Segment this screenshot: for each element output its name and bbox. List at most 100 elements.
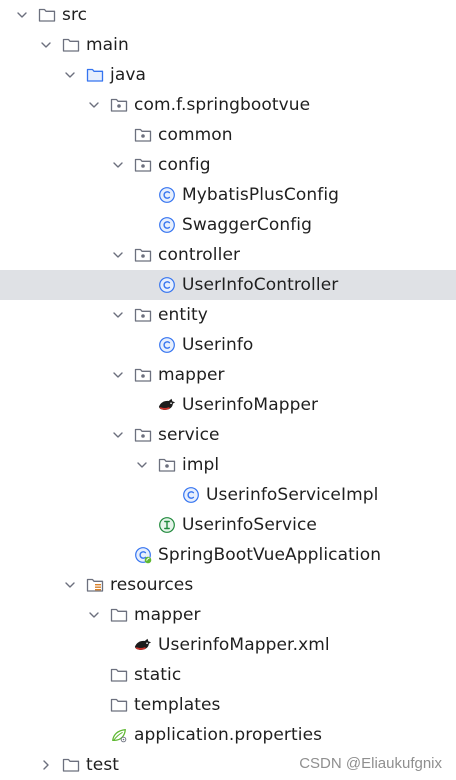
chevron-right-icon[interactable] (38, 757, 54, 773)
tree-row-resources[interactable]: resources (0, 570, 456, 600)
chevron-down-icon[interactable] (86, 607, 102, 623)
package-icon (134, 126, 152, 144)
tree-row-label: config (158, 155, 211, 175)
tree-row-label: impl (182, 455, 220, 475)
chevron-down-icon[interactable] (110, 367, 126, 383)
package-icon (158, 456, 176, 474)
watermark: CSDN @Eliaukufgnix (299, 755, 442, 772)
folder-icon (38, 6, 56, 24)
tree-row-mapper[interactable]: mapper (0, 360, 456, 390)
tree-row-label: entity (158, 305, 208, 325)
folder-icon (62, 756, 80, 774)
tree-row-label: main (86, 35, 129, 55)
chevron-down-icon[interactable] (86, 97, 102, 113)
tree-row-label: SpringBootVueApplication (158, 545, 382, 565)
chevron-down-icon[interactable] (38, 37, 54, 53)
tree-row-label: java (110, 65, 147, 85)
tree-row-label: UserinfoService (182, 515, 317, 535)
tree-row-entity[interactable]: entity (0, 300, 456, 330)
class-icon (182, 486, 200, 504)
package-icon (134, 426, 152, 444)
tree-row-src[interactable]: src (0, 0, 456, 30)
tree-row-common[interactable]: common (0, 120, 456, 150)
spring-class-icon (134, 546, 152, 564)
source-folder-icon (86, 66, 104, 84)
chevron-down-icon[interactable] (110, 247, 126, 263)
folder-icon (110, 666, 128, 684)
mybatis-icon (158, 396, 176, 414)
tree-row-label: com.f.springbootvue (134, 95, 311, 115)
tree-row-label: UserinfoMapper (182, 395, 319, 415)
spring-properties-icon (110, 726, 128, 744)
tree-row-label: UserinfoMapper.xml (158, 635, 330, 655)
chevron-down-icon[interactable] (110, 157, 126, 173)
tree-row-service[interactable]: service (0, 420, 456, 450)
chevron-down-icon[interactable] (14, 7, 30, 23)
tree-row-userinfoservice[interactable]: UserinfoService (0, 510, 456, 540)
chevron-down-icon[interactable] (110, 307, 126, 323)
chevron-down-icon[interactable] (110, 427, 126, 443)
tree-row-label: service (158, 425, 220, 445)
package-icon (134, 246, 152, 264)
tree-row-label: templates (134, 695, 221, 715)
tree-row-label: common (158, 125, 233, 145)
resources-folder-icon (86, 576, 104, 594)
tree-row-com-f-springbootvue[interactable]: com.f.springbootvue (0, 90, 456, 120)
tree-row-label: resources (110, 575, 194, 595)
tree-row-label: src (62, 5, 88, 25)
tree-row-label: controller (158, 245, 241, 265)
tree-row-label: mapper (134, 605, 201, 625)
tree-row-springbootvueapplication[interactable]: SpringBootVueApplication (0, 540, 456, 570)
tree-row-label: MybatisPlusConfig (182, 185, 340, 205)
package-icon (134, 306, 152, 324)
project-tree: src main java com.f.springbootvue common conf… (0, 0, 456, 780)
tree-row-userinfoserviceimpl[interactable]: UserinfoServiceImpl (0, 480, 456, 510)
class-icon (158, 336, 176, 354)
chevron-down-icon[interactable] (134, 457, 150, 473)
tree-row-userinfocontroller[interactable]: UserInfoController (0, 270, 456, 300)
class-icon (158, 276, 176, 294)
tree-row-impl[interactable]: impl (0, 450, 456, 480)
chevron-down-icon[interactable] (62, 67, 78, 83)
tree-row-main[interactable]: main (0, 30, 456, 60)
class-icon (158, 186, 176, 204)
tree-row-label: UserinfoServiceImpl (206, 485, 379, 505)
tree-row-label: mapper (158, 365, 225, 385)
tree-row-application-properties[interactable]: application.properties (0, 720, 456, 750)
tree-row-userinfomapper-xml[interactable]: UserinfoMapper.xml (0, 630, 456, 660)
tree-row-label: SwaggerConfig (182, 215, 312, 235)
tree-row-controller[interactable]: controller (0, 240, 456, 270)
package-icon (110, 96, 128, 114)
chevron-down-icon[interactable] (62, 577, 78, 593)
tree-row-userinfomapper[interactable]: UserinfoMapper (0, 390, 456, 420)
tree-row-label: application.properties (134, 725, 323, 745)
tree-row-templates[interactable]: templates (0, 690, 456, 720)
tree-row-mapper[interactable]: mapper (0, 600, 456, 630)
tree-row-label: test (86, 755, 120, 775)
tree-row-static[interactable]: static (0, 660, 456, 690)
class-icon (158, 216, 176, 234)
folder-icon (62, 36, 80, 54)
folder-icon (110, 606, 128, 624)
tree-row-swaggerconfig[interactable]: SwaggerConfig (0, 210, 456, 240)
tree-row-userinfo[interactable]: Userinfo (0, 330, 456, 360)
tree-row-java[interactable]: java (0, 60, 456, 90)
tree-row-label: static (134, 665, 182, 685)
tree-row-label: Userinfo (182, 335, 254, 355)
tree-row-mybatisplusconfig[interactable]: MybatisPlusConfig (0, 180, 456, 210)
mybatis-icon (134, 636, 152, 654)
tree-row-label: UserInfoController (182, 275, 339, 295)
tree-row-config[interactable]: config (0, 150, 456, 180)
